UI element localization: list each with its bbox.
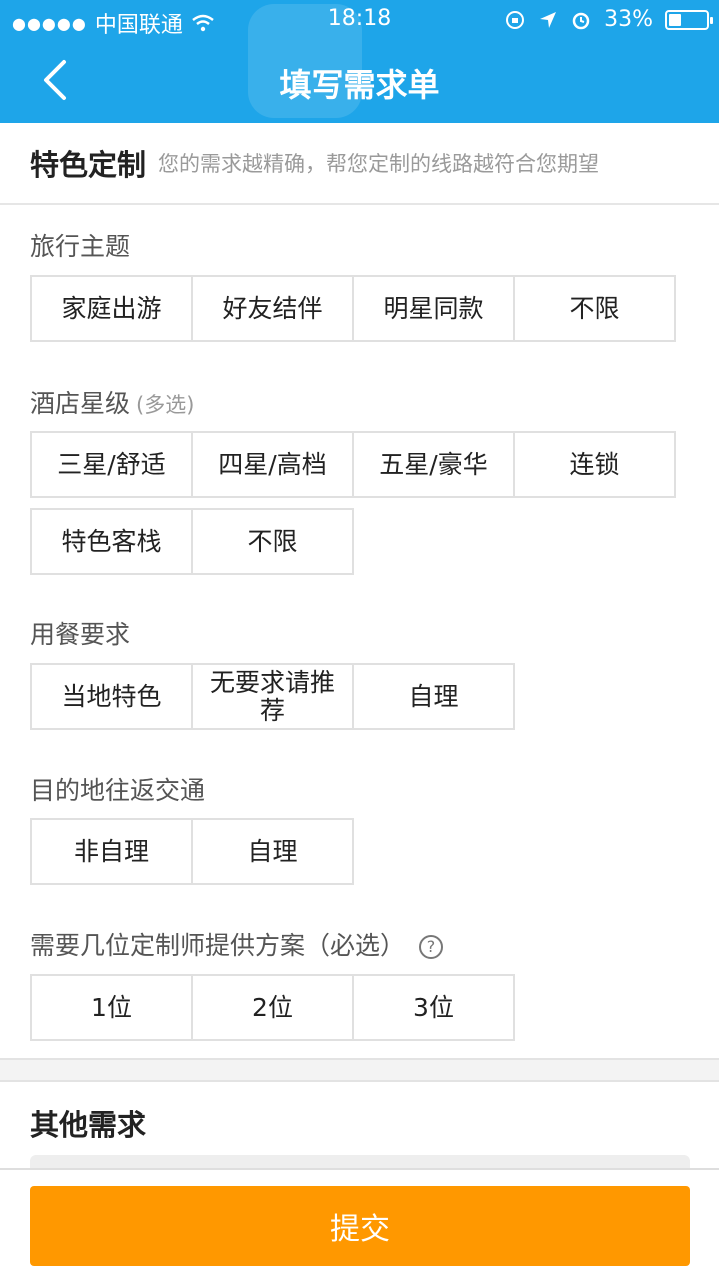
option-planners-3[interactable]: 3位: [352, 974, 515, 1041]
hotel-level-label-text: 酒店星级: [30, 389, 131, 418]
transport-label: 目的地往返交通: [30, 776, 206, 805]
status-bar: ●●●●● 中国联通 18:18 33%: [0, 0, 719, 40]
page-title: 填写需求单: [279, 66, 440, 104]
option-transport-1[interactable]: 非自理: [30, 818, 193, 885]
option-transport-2[interactable]: 自理: [191, 818, 354, 885]
battery-icon: [665, 9, 713, 30]
form-content: 特色定制 您的需求越精确，帮您定制的线路越符合您期望: [0, 123, 719, 205]
option-travel-theme-1[interactable]: 家庭出游: [30, 275, 193, 342]
custom-section-header: 特色定制 您的需求越精确，帮您定制的线路越符合您期望: [0, 123, 719, 205]
other-section-title: 其他需求: [30, 1108, 147, 1142]
battery-percent: 33%: [604, 7, 653, 32]
option-hotel-1[interactable]: 三星/舒适: [30, 431, 193, 498]
option-dining-1[interactable]: 当地特色: [30, 663, 193, 730]
option-planners-1[interactable]: 1位: [30, 974, 193, 1041]
help-icon[interactable]: ?: [419, 935, 444, 959]
battery-level: [669, 13, 681, 26]
option-travel-theme-4[interactable]: 不限: [513, 275, 676, 342]
alarm-icon: [572, 12, 590, 29]
hotel-level-label: 酒店星级 (多选): [30, 384, 194, 420]
dining-label: 用餐要求: [30, 620, 131, 649]
travel-theme-label: 旅行主题: [30, 227, 130, 263]
custom-section-subtitle: 您的需求越精确，帮您定制的线路越符合您期望: [158, 152, 600, 176]
option-hotel-2[interactable]: 四星/高档: [191, 431, 354, 498]
travel-theme-label-text: 旅行主题: [30, 232, 131, 261]
option-planners-2[interactable]: 2位: [191, 974, 354, 1041]
planners-options: 1位 2位 3位: [30, 974, 515, 1041]
hotel-level-options-row1: 三星/舒适 四星/高档 五星/豪华 连锁: [30, 431, 676, 498]
planners-label: 需要几位定制师提供方案（必选）?: [30, 926, 444, 962]
hotel-level-options-row2: 特色客栈 不限: [30, 508, 354, 575]
travel-theme-options: 家庭出游 好友结伴 明星同款 不限: [30, 275, 676, 342]
section-divider: [0, 1058, 719, 1082]
hotel-level-hint: (多选): [136, 393, 195, 417]
planners-label-text: 需要几位定制师提供方案（必选）: [30, 931, 406, 960]
transport-options: 非自理 自理: [30, 818, 354, 885]
rotation-lock-icon: [506, 10, 525, 29]
custom-section-title: 特色定制: [30, 148, 147, 182]
option-dining-3[interactable]: 自理: [352, 663, 515, 730]
app-header: ●●●●● 中国联通 18:18 33% 填写需求单: [0, 0, 719, 123]
option-hotel-6[interactable]: 不限: [191, 508, 354, 575]
option-travel-theme-3[interactable]: 明星同款: [352, 275, 515, 342]
option-dining-2[interactable]: 无要求请推荐: [191, 663, 354, 730]
option-hotel-3[interactable]: 五星/豪华: [352, 431, 515, 498]
option-hotel-5[interactable]: 特色客栈: [30, 508, 193, 575]
option-hotel-4[interactable]: 连锁: [513, 431, 676, 498]
location-icon: [540, 11, 557, 28]
option-travel-theme-2[interactable]: 好友结伴: [191, 275, 354, 342]
dining-options: 当地特色 无要求请推荐 自理: [30, 663, 515, 730]
submit-button[interactable]: 提交: [30, 1186, 690, 1266]
